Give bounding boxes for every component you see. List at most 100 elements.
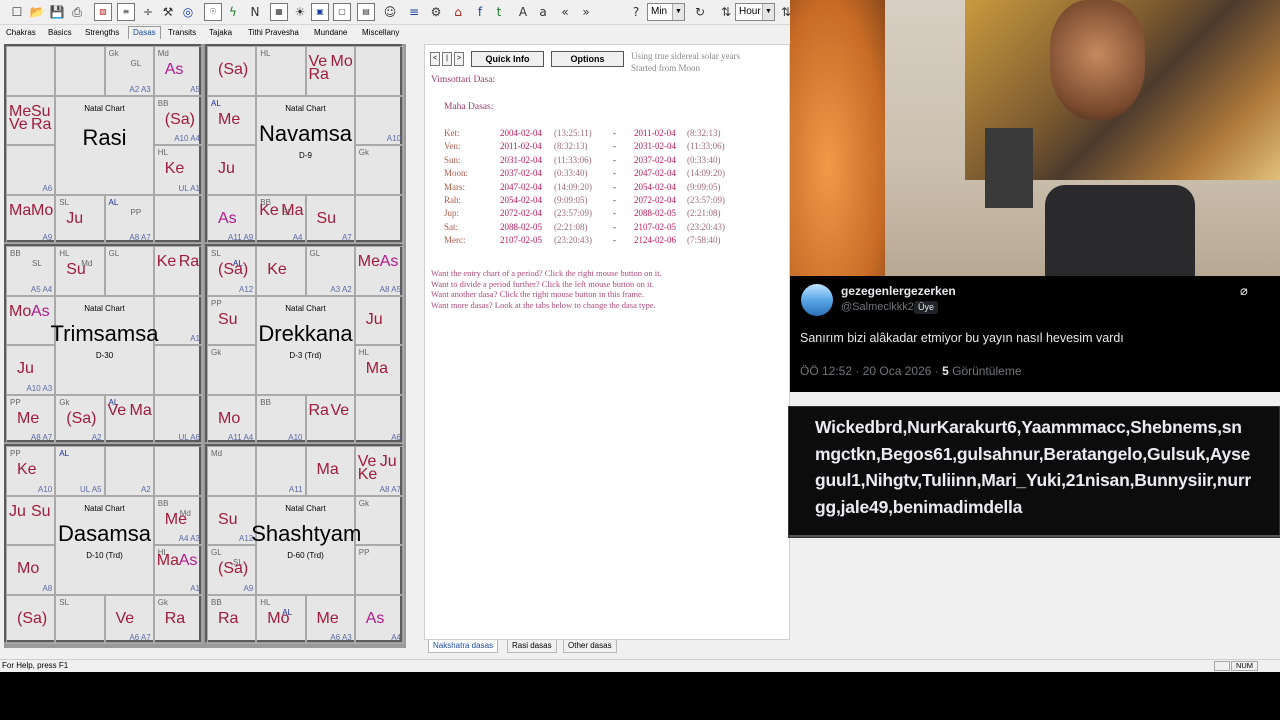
open-folder-icon[interactable]: 📂 <box>28 3 46 21</box>
options-button[interactable]: Options <box>551 51 624 67</box>
house-cell[interactable]: Gk Ra <box>153 594 203 644</box>
house-cell[interactable]: A11 <box>256 446 306 496</box>
house-cell[interactable]: A2 <box>104 446 154 496</box>
house-cell[interactable]: HL AL Mo <box>256 594 306 644</box>
tab-chakras[interactable]: Chakras <box>6 27 36 39</box>
house-cell[interactable]: HL Md Su <box>55 246 105 296</box>
house-cell[interactable]: Su A7 <box>305 194 355 244</box>
house-cell[interactable] <box>153 446 203 496</box>
house-cell[interactable]: Su A12 <box>207 495 257 545</box>
house-cell[interactable]: Ve Ju Ke A8 A7 <box>354 446 404 496</box>
stop-button[interactable]: | <box>442 52 452 66</box>
house-cell[interactable]: BBSLMdKeMaA4 <box>256 194 306 244</box>
tab-tithi-pravesha[interactable]: Tithi Pravesha <box>248 27 299 39</box>
house-cell[interactable]: HL Ke UL A1 <box>153 145 203 195</box>
frame-icon[interactable]: ▢ <box>333 3 351 21</box>
house-cell[interactable]: AL Ve Ma <box>104 394 154 444</box>
house-cell[interactable]: SL <box>55 594 105 644</box>
house-cell[interactable]: PP <box>354 545 404 595</box>
house-cell[interactable]: HL Ma As A1 <box>153 545 203 595</box>
house-cell[interactable]: GL <box>104 246 154 296</box>
house-cell[interactable] <box>153 345 203 395</box>
facebook-icon[interactable]: f <box>471 3 489 21</box>
house-cell[interactable]: Ve Mo Ra <box>305 46 355 96</box>
house-cell[interactable]: PP Su <box>207 295 257 345</box>
tab-dasas[interactable]: Dasas <box>128 26 161 39</box>
gear-icon[interactable]: ⚙ <box>427 3 445 21</box>
grid-icon[interactable]: ▦ <box>270 3 288 21</box>
house-cell[interactable]: Ju Su <box>6 495 56 545</box>
house-cell[interactable]: A6 <box>6 145 56 195</box>
house-cell[interactable]: PP Me A8 A7 <box>6 394 56 444</box>
house-cell[interactable]: Mo As <box>6 295 56 345</box>
chart-dasamsa[interactable]: PP Ke A10 AL UL A5 A2 Ju Su BB Md Me A4 A3 Mo A8 HL Ma A… <box>4 444 203 644</box>
forward-icon[interactable]: » <box>577 3 595 21</box>
house-cell[interactable]: HL <box>256 46 306 96</box>
house-cell[interactable]: BB SL A5 A4 <box>6 246 56 296</box>
house-cell[interactable]: Me A6 A3 <box>305 594 355 644</box>
table-icon[interactable]: ▤ <box>357 3 375 21</box>
house-cell[interactable]: Md As A5 <box>153 46 203 96</box>
globe-icon[interactable]: ◎ <box>179 3 197 21</box>
house-cell[interactable] <box>354 46 404 96</box>
chart-drekkana[interactable]: SL AL (Sa) A12 Ke GL A3 A2 Me As A8 A5 PP Su Ju Gk HL M… <box>205 244 404 444</box>
tab-transits[interactable]: Transits <box>168 27 196 39</box>
house-cell[interactable]: A1 <box>153 295 203 345</box>
font-small-icon[interactable]: a <box>534 3 552 21</box>
house-cell[interactable]: Mo A8 <box>6 545 56 595</box>
house-cell[interactable]: Ma <box>305 446 355 496</box>
data-icon[interactable]: ≡ <box>117 3 135 21</box>
house-cell[interactable]: Gk <box>207 345 257 395</box>
house-cell[interactable]: Ju A10 A3 <box>6 345 56 395</box>
house-cell[interactable]: Ra Ve <box>305 394 355 444</box>
new-file-icon[interactable]: ☐ <box>8 3 26 21</box>
back-icon[interactable]: « <box>556 3 574 21</box>
chart-trimsamsa[interactable]: BB SL A5 A4 HL Md Su GL Ke Ra Mo As A1 Ju A10 A3 PP Me A… <box>4 244 203 444</box>
chart-shashtyamsa[interactable]: Md A11 Ma Ve Ju Ke A8 A7 Su A12 Gk GL SL (Sa) A9 PP BB R… <box>205 444 404 644</box>
house-cell[interactable]: Ju <box>354 295 404 345</box>
house-cell[interactable]: Me As A8 A5 <box>354 246 404 296</box>
house-cell[interactable] <box>6 46 56 96</box>
chart-navamsa[interactable]: (Sa)HLVeMoRaALMeA10JuGkAsA11 A9BBSLMdKeM… <box>205 44 404 244</box>
tab-other-dasas[interactable]: Other dasas <box>563 640 617 653</box>
chart-rasi[interactable]: Gk GL A2 A3 Md As A5 Me Su Ve Ra BB (Sa) A10 A4 A6 HL K… <box>4 44 203 244</box>
book-icon[interactable]: ≡ <box>405 3 423 21</box>
help-icon[interactable]: ? <box>627 3 645 21</box>
house-cell[interactable]: Ke <box>256 246 306 296</box>
tab-tajaka[interactable]: Tajaka <box>209 27 232 39</box>
house-cell[interactable]: Ke Ra <box>153 246 203 296</box>
house-cell[interactable]: BB Md Me A4 A3 <box>153 495 203 545</box>
house-cell[interactable]: As A4 <box>354 594 404 644</box>
house-cell[interactable]: BB A10 <box>256 394 306 444</box>
quick-info-button[interactable]: Quick Info <box>471 51 544 67</box>
divide-icon[interactable]: ÷ <box>139 3 157 21</box>
house-cell[interactable] <box>354 194 404 244</box>
house-cell[interactable]: A6 <box>354 394 404 444</box>
house-cell[interactable]: Md <box>207 446 257 496</box>
chart-icon[interactable]: ▨ <box>94 3 112 21</box>
tab-miscellany[interactable]: Miscellany <box>362 27 399 39</box>
house-cell[interactable]: Ju <box>207 145 257 195</box>
house-cell[interactable]: Me Su Ve Ra <box>6 95 56 145</box>
twitter-icon[interactable]: t <box>490 3 508 21</box>
house-cell[interactable]: PP Ke A10 <box>6 446 56 496</box>
house-cell[interactable]: BB Ra <box>207 594 257 644</box>
lightning-icon[interactable]: ϟ <box>224 3 242 21</box>
step-icon[interactable]: ⇅ <box>717 3 735 21</box>
house-cell[interactable]: A10 <box>354 95 404 145</box>
tab-rasi-dasas[interactable]: Rasi dasas <box>507 640 557 653</box>
tab-basics[interactable]: Basics <box>48 27 72 39</box>
house-cell[interactable]: As A11 A9 <box>207 194 257 244</box>
house-cell[interactable]: SL Ju <box>55 194 105 244</box>
house-cell[interactable]: (Sa) <box>207 46 257 96</box>
tab-strengths[interactable]: Strengths <box>85 27 119 39</box>
hours-combo[interactable]: Hour ▼ <box>735 3 775 21</box>
house-cell[interactable]: Mo A11 A4 <box>207 394 257 444</box>
house-cell[interactable]: GL SL (Sa) A9 <box>207 545 257 595</box>
print-icon[interactable]: ⎙ <box>68 3 86 21</box>
animate-icon[interactable]: ↻ <box>691 3 709 21</box>
house-cell[interactable]: UL A6 <box>153 394 203 444</box>
tab-nakshatra-dasas[interactable]: Nakshatra dasas <box>428 640 499 653</box>
sph-icon[interactable]: ☉ <box>204 3 222 21</box>
house-cell[interactable]: Ma Mo A9 <box>6 194 56 244</box>
